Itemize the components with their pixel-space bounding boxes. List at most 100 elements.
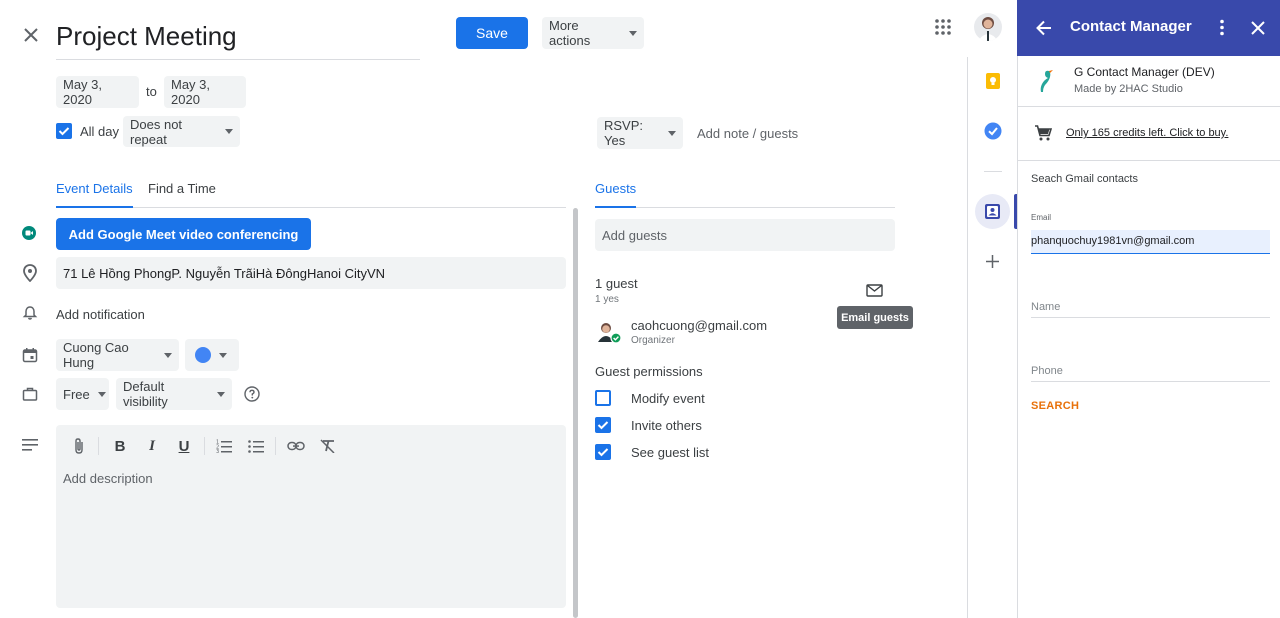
- see-guest-list-label: See guest list: [631, 445, 710, 460]
- attachment-icon[interactable]: [70, 437, 88, 455]
- bulleted-list-icon[interactable]: [247, 437, 265, 455]
- close-icon[interactable]: [22, 26, 40, 44]
- more-actions-button[interactable]: More actions: [542, 17, 644, 49]
- back-arrow-icon[interactable]: [1035, 19, 1053, 37]
- email-guests-icon[interactable]: [866, 284, 883, 297]
- save-button[interactable]: Save: [456, 17, 528, 49]
- underline-icon[interactable]: U: [175, 437, 193, 455]
- modify-event-checkbox[interactable]: [595, 390, 611, 406]
- panel-divider: [1017, 106, 1280, 107]
- rsvp-text: RSVP: Yes: [604, 118, 644, 148]
- event-title-input[interactable]: Project Meeting: [56, 18, 420, 60]
- add-notification-link[interactable]: Add notification: [56, 307, 145, 322]
- end-date-field[interactable]: May 3, 2020: [164, 76, 246, 108]
- guest-avatar: [595, 318, 622, 344]
- tab-guests[interactable]: Guests: [595, 180, 637, 208]
- calendar-owner-text: Cuong Cao Hung: [63, 340, 129, 370]
- phone-field[interactable]: Phone: [1031, 360, 1270, 382]
- addon-logo-icon: [1036, 68, 1054, 94]
- all-day-label: All day: [80, 124, 120, 139]
- description-placeholder: Add description: [63, 471, 153, 486]
- name-field-placeholder: Name: [1031, 301, 1061, 313]
- calendar-owner-dropdown[interactable]: Cuong Cao Hung: [56, 339, 179, 371]
- briefcase-icon: [22, 386, 38, 402]
- modify-event-label: Modify event: [631, 391, 705, 406]
- bell-icon: [22, 305, 38, 321]
- chevron-down-icon: [225, 129, 233, 134]
- see-guest-list-checkbox[interactable]: [595, 444, 611, 460]
- chevron-down-icon: [97, 391, 106, 397]
- start-date-text: May 3, 2020: [63, 77, 103, 107]
- more-vert-icon[interactable]: [1219, 19, 1225, 36]
- apps-grid-icon[interactable]: [935, 19, 951, 35]
- search-button[interactable]: SEARCH: [1031, 400, 1079, 412]
- chevron-down-icon: [164, 352, 172, 358]
- event-color-dropdown[interactable]: [185, 339, 239, 371]
- email-guests-tooltip: Email guests: [837, 306, 913, 329]
- help-icon[interactable]: [244, 386, 260, 402]
- add-note-guests-link[interactable]: Add note / guests: [697, 126, 798, 141]
- rsvp-dropdown[interactable]: RSVP: Yes: [597, 117, 683, 149]
- svg-text:3: 3: [216, 449, 219, 453]
- panel-close-icon[interactable]: [1251, 21, 1265, 35]
- tab-find-time[interactable]: Find a Time: [148, 180, 216, 208]
- guest-role: Organizer: [631, 335, 675, 346]
- more-actions-label: More actions: [549, 18, 591, 48]
- location-pin-icon: [22, 264, 38, 283]
- chevron-down-icon: [219, 352, 227, 358]
- details-scrollbar[interactable]: [573, 208, 578, 618]
- guest-count: 1 guest: [595, 276, 638, 291]
- name-field[interactable]: Name: [1031, 296, 1270, 318]
- phone-field-placeholder: Phone: [1031, 365, 1063, 377]
- panel-divider: [1017, 160, 1280, 161]
- all-day-checkbox[interactable]: [56, 123, 72, 139]
- start-date-field[interactable]: May 3, 2020: [56, 76, 139, 108]
- panel-title: Contact Manager: [1070, 18, 1192, 35]
- bold-icon[interactable]: B: [111, 437, 129, 455]
- location-text: 71 Lê Hồng PhongP. Nguyễn TrãiHà ĐôngHan…: [63, 265, 386, 281]
- meet-button[interactable]: Add Google Meet video conferencing: [56, 218, 311, 250]
- numbered-list-icon[interactable]: 123: [215, 437, 233, 455]
- rail-divider: [984, 171, 1002, 172]
- chevron-down-icon: [629, 30, 637, 36]
- email-field-value: phanquochuy1981vn@gmail.com: [1031, 235, 1195, 247]
- add-guests-placeholder: Add guests: [602, 227, 668, 243]
- tab-event-details-label: Event Details: [56, 181, 133, 196]
- repeat-dropdown[interactable]: Does not repeat: [123, 116, 240, 147]
- guest-yes-count: 1 yes: [595, 294, 619, 305]
- save-button-label: Save: [476, 25, 508, 41]
- toolbar-divider: [275, 437, 276, 455]
- meet-button-label: Add Google Meet video conferencing: [68, 226, 299, 242]
- addon-app-author: Made by 2HAC Studio: [1074, 83, 1183, 95]
- search-section-title: Seach Gmail contacts: [1031, 173, 1138, 185]
- visibility-dropdown[interactable]: Default visibility: [116, 378, 232, 410]
- remove-formatting-icon[interactable]: [319, 437, 337, 455]
- guest-email[interactable]: caohcuong@gmail.com: [631, 318, 767, 333]
- buy-credits-link[interactable]: Only 165 credits left. Click to buy.: [1066, 127, 1228, 139]
- add-guests-input[interactable]: Add guests: [595, 219, 895, 251]
- link-icon[interactable]: [287, 437, 305, 455]
- italic-icon[interactable]: I: [143, 437, 161, 455]
- location-input[interactable]: 71 Lê Hồng PhongP. Nguyễn TrãiHà ĐôngHan…: [56, 257, 566, 289]
- availability-dropdown[interactable]: Free: [56, 378, 109, 410]
- guests-tab-divider: [595, 207, 895, 208]
- email-field-label: Email: [1031, 213, 1052, 222]
- tab-find-time-label: Find a Time: [148, 181, 216, 196]
- contact-manager-addon-icon[interactable]: [975, 194, 1010, 229]
- tasks-icon[interactable]: [984, 122, 1002, 140]
- tab-event-details[interactable]: Event Details: [56, 180, 133, 208]
- toolbar-divider: [204, 437, 205, 455]
- description-icon: [22, 438, 38, 451]
- calendar-icon: [22, 347, 38, 363]
- end-date-text: May 3, 2020: [171, 77, 211, 107]
- add-addon-icon[interactable]: [986, 255, 999, 268]
- guest-permissions-title: Guest permissions: [595, 364, 703, 379]
- invite-others-checkbox[interactable]: [595, 417, 611, 433]
- event-color-swatch: [195, 347, 211, 363]
- repeat-text: Does not repeat: [130, 116, 183, 147]
- description-editor[interactable]: [56, 425, 566, 608]
- keep-icon[interactable]: [985, 73, 1001, 89]
- invite-others-label: Invite others: [631, 418, 702, 433]
- account-avatar[interactable]: [974, 13, 1002, 41]
- email-field[interactable]: phanquochuy1981vn@gmail.com: [1031, 230, 1270, 254]
